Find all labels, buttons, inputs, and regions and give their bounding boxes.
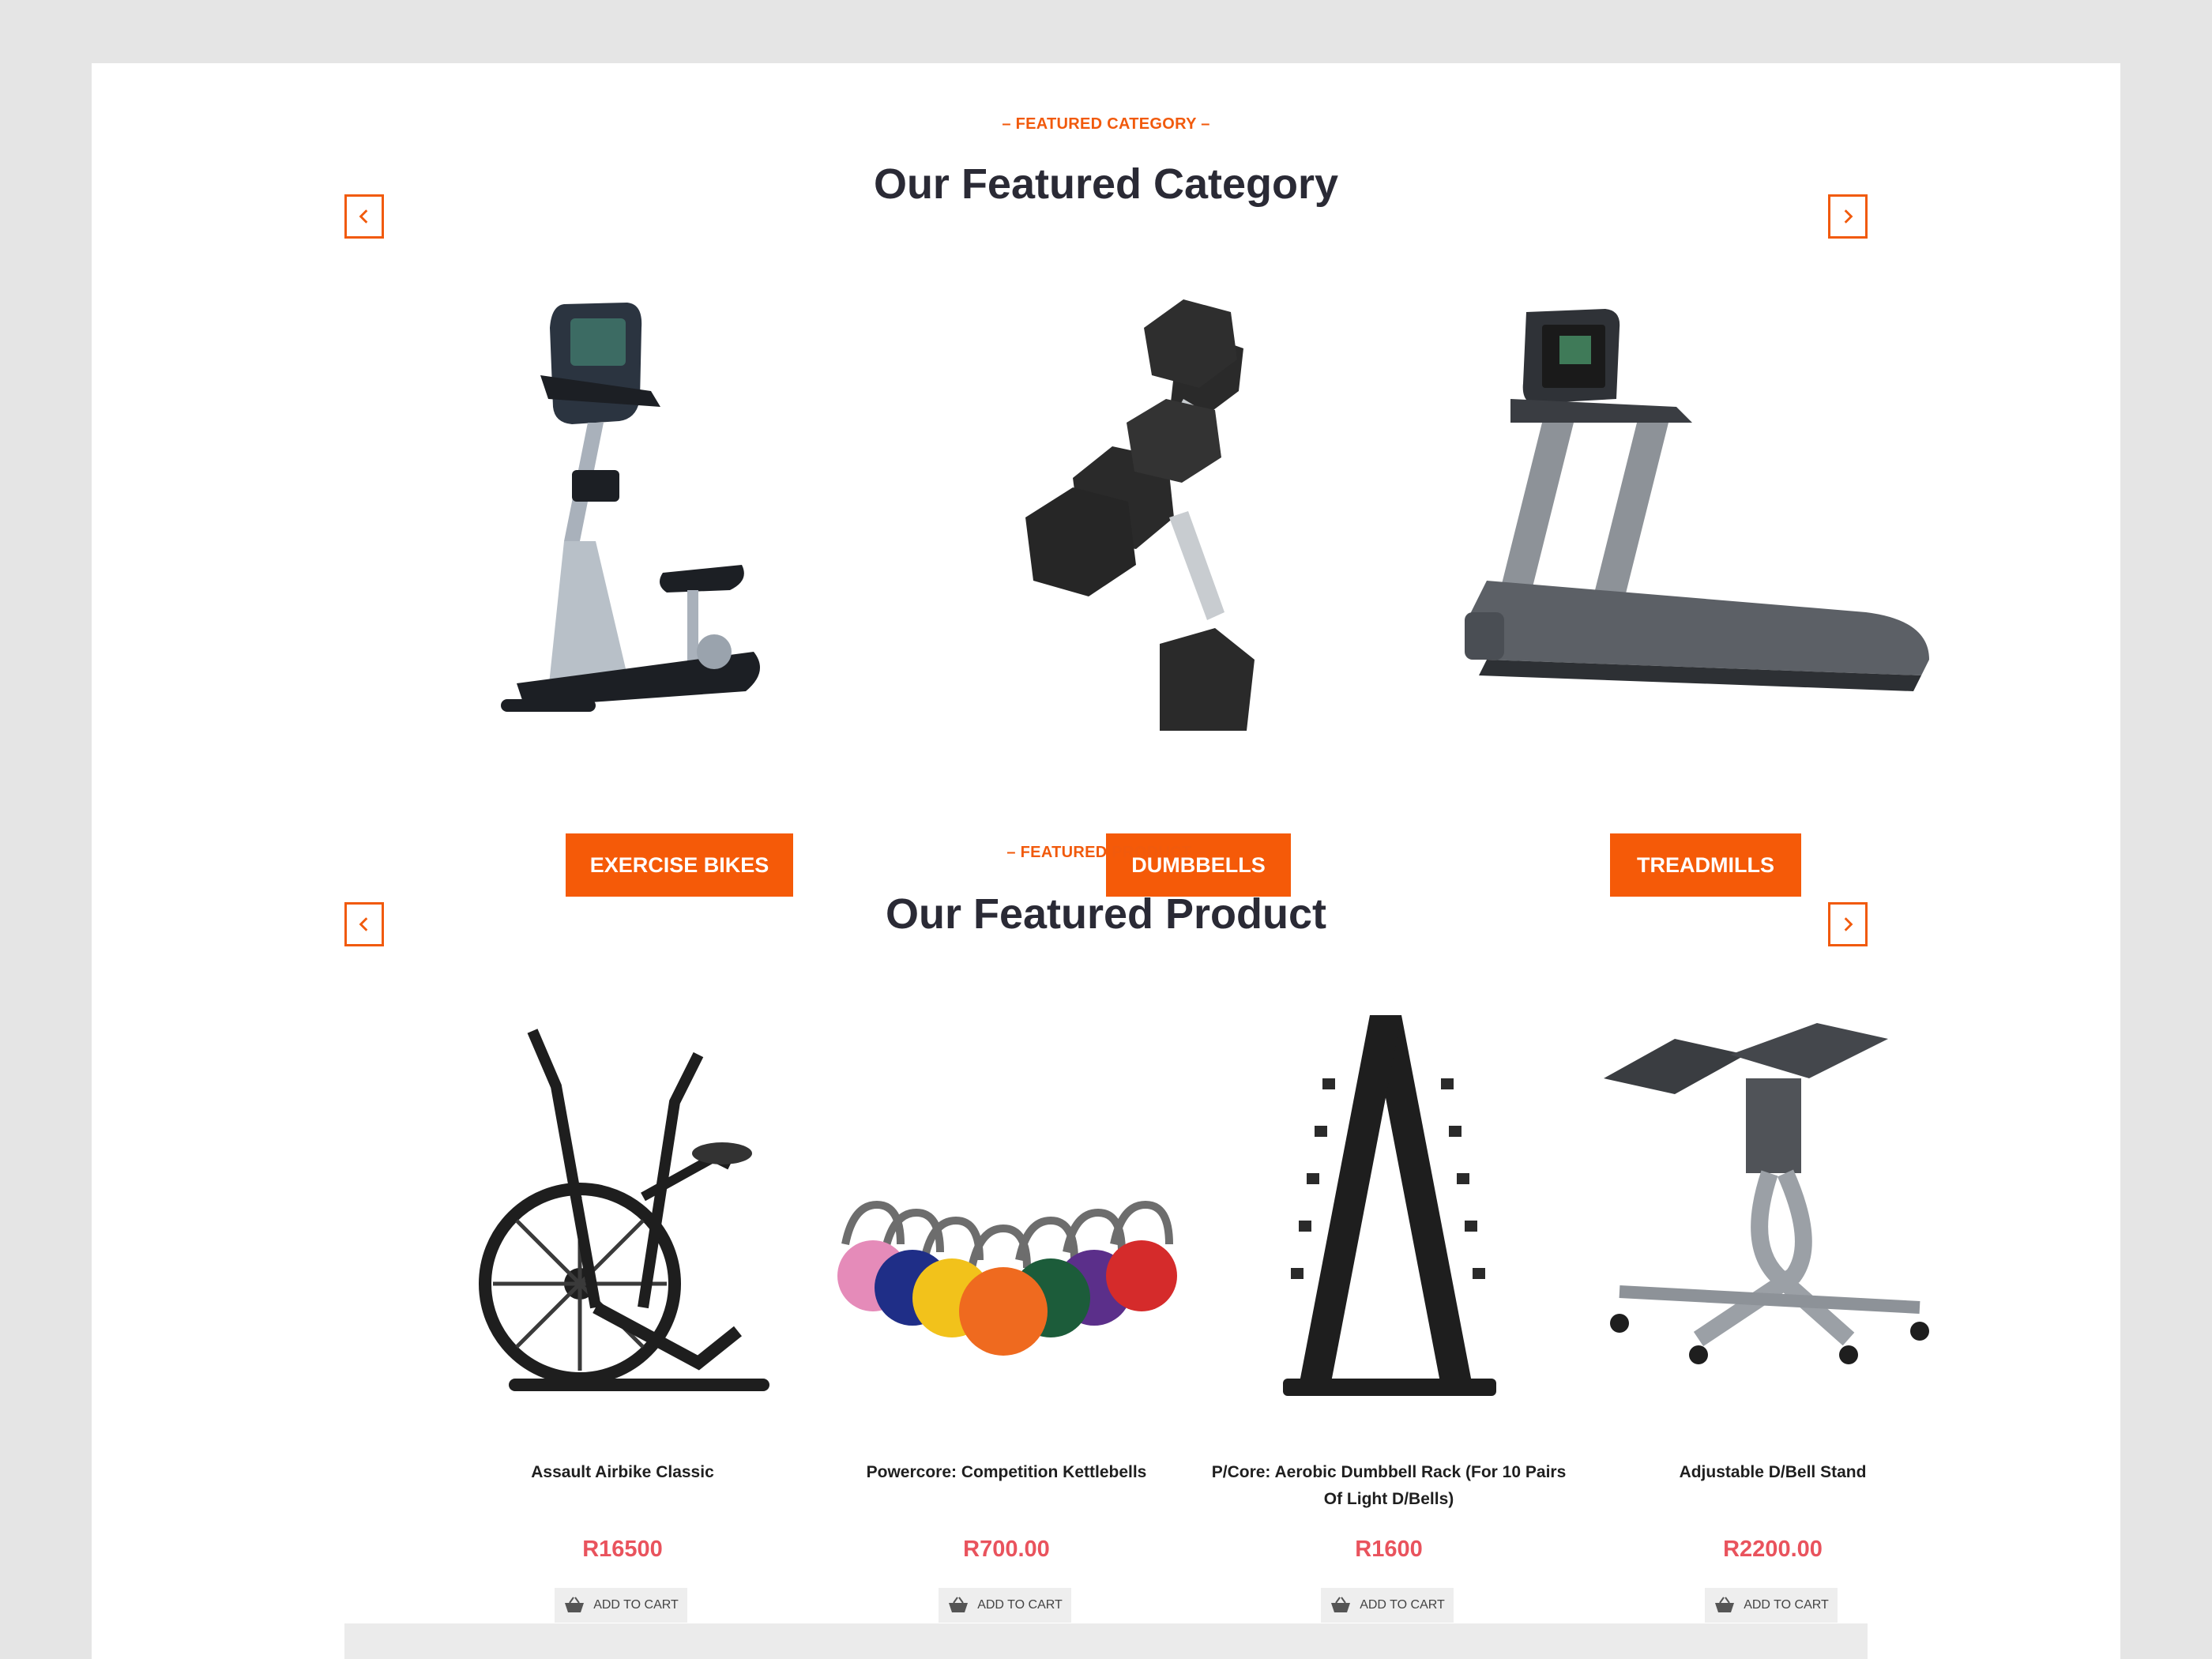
chevron-left-icon xyxy=(359,209,368,224)
dumbbells-image xyxy=(954,280,1443,731)
category-label-exercise-bikes[interactable]: EXERCISE BIKES xyxy=(566,833,793,897)
next-section-bar xyxy=(344,1623,1868,1659)
product-price: R700.00 xyxy=(963,1537,1050,1562)
add-to-cart-button[interactable]: ADD TO CART xyxy=(939,1588,1071,1623)
category-next-button[interactable] xyxy=(1828,194,1868,239)
basket-icon xyxy=(949,1597,969,1612)
product-next-button[interactable] xyxy=(1828,902,1868,946)
product-title: Our Featured Product xyxy=(885,890,1327,938)
add-to-cart-label: ADD TO CART xyxy=(1360,1598,1445,1612)
category-card-dumbbells[interactable]: DUMBBELLS xyxy=(954,280,1443,897)
product-prev-button[interactable] xyxy=(344,902,384,946)
kettlebells-image xyxy=(822,1007,1191,1450)
add-to-cart-label: ADD TO CART xyxy=(977,1598,1063,1612)
category-prev-button[interactable] xyxy=(344,194,384,239)
chevron-right-icon xyxy=(1844,917,1853,931)
dumbbell-stand-image xyxy=(1588,1007,1958,1450)
page-card: – FEATURED CATEGORY – Our Featured Categ… xyxy=(92,63,2120,1659)
category-label-dumbbells[interactable]: DUMBBELLS xyxy=(1106,833,1291,897)
basket-icon xyxy=(565,1597,585,1612)
product-name[interactable]: Adjustable D/Bell Stand xyxy=(1588,1459,1958,1486)
dumbbell-rack-image xyxy=(1204,1007,1574,1450)
category-label-treadmills[interactable]: TREADMILLS xyxy=(1610,833,1801,897)
airbike-image xyxy=(438,1007,807,1450)
product-price: R2200.00 xyxy=(1723,1537,1823,1562)
product-price: R16500 xyxy=(582,1537,663,1562)
chevron-left-icon xyxy=(359,917,368,931)
chevron-right-icon xyxy=(1844,209,1853,224)
product-price: R1600 xyxy=(1355,1537,1423,1562)
category-title: Our Featured Category xyxy=(873,160,1339,208)
category-card-treadmills[interactable]: TREADMILLS xyxy=(1455,280,1943,897)
add-to-cart-label: ADD TO CART xyxy=(1744,1598,1829,1612)
add-to-cart-button[interactable]: ADD TO CART xyxy=(1321,1588,1454,1623)
product-name[interactable]: Assault Airbike Classic xyxy=(438,1459,807,1486)
category-eyebrow: – FEATURED CATEGORY – xyxy=(1002,115,1210,133)
add-to-cart-button[interactable]: ADD TO CART xyxy=(1705,1588,1838,1623)
add-to-cart-button[interactable]: ADD TO CART xyxy=(555,1588,687,1623)
exercise-bike-image xyxy=(453,280,942,731)
basket-icon xyxy=(1715,1597,1735,1612)
treadmill-image xyxy=(1455,280,1943,731)
basket-icon xyxy=(1331,1597,1351,1612)
product-name[interactable]: P/Core: Aerobic Dumbbell Rack (For 10 Pa… xyxy=(1204,1459,1574,1513)
add-to-cart-label: ADD TO CART xyxy=(593,1598,679,1612)
category-card-exercise-bikes[interactable]: EXERCISE BIKES xyxy=(453,280,942,897)
product-name[interactable]: Powercore: Competition Kettlebells xyxy=(822,1459,1191,1486)
product-eyebrow: – FEATURED PRODUCT – xyxy=(1006,844,1206,861)
